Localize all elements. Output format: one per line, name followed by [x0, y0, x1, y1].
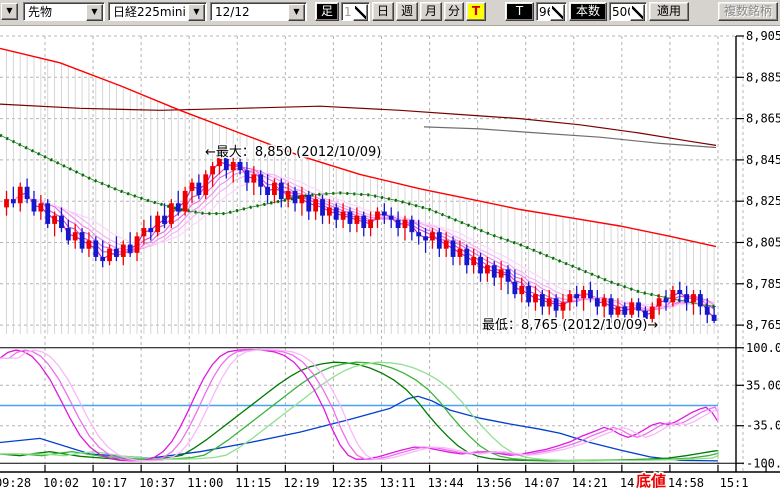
month-period-button[interactable]: 月	[420, 2, 442, 21]
max-price-annotation: ←最大：8,850 (2012/10/09)	[205, 145, 381, 160]
svg-text:14:21: 14:21	[572, 476, 608, 490]
svg-text:11:00: 11:00	[187, 476, 223, 490]
dropdown-arrow-icon[interactable]: ▼	[288, 4, 305, 21]
svg-text:35.00: 35.00	[746, 378, 780, 392]
svg-text:12:35: 12:35	[331, 476, 367, 490]
ashi-candle-type-button[interactable]: 足	[315, 2, 339, 21]
svg-text:8,905: 8,905	[746, 29, 780, 43]
tick-period-button[interactable]: T	[466, 2, 486, 21]
svg-text:8,765: 8,765	[746, 318, 780, 332]
dropdown-arrow-icon[interactable]: ▼	[188, 4, 205, 21]
spinner-icon[interactable]	[550, 4, 565, 21]
contract-month-combobox[interactable]: 12/12 ▼	[210, 2, 307, 21]
minute-period-button[interactable]: 分	[444, 2, 464, 21]
dropdown-arrow-icon: ▼	[6, 6, 12, 15]
product-combobox[interactable]: 先物 ▼	[23, 2, 105, 21]
svg-text:-35.00: -35.00	[746, 419, 780, 433]
candles-layer	[4, 150, 716, 326]
week-period-button[interactable]: 週	[396, 2, 418, 21]
svg-text:100.00: 100.00	[746, 341, 780, 355]
svg-text:8,865: 8,865	[746, 112, 780, 126]
chart-application-window: ▼ 先物 ▼ 日経225mini ▼ 12/12 ▼ 足 1 日 週 月 分 T…	[0, 0, 780, 500]
day-period-button[interactable]: 日	[372, 2, 394, 21]
symbol-combobox-value: 日経225mini	[113, 4, 186, 21]
min-price-annotation: 最低：8,765 (2012/10/09)→	[482, 318, 658, 333]
oscillator-layer	[0, 348, 736, 464]
svg-text:11:15: 11:15	[235, 476, 271, 490]
svg-text:13:56: 13:56	[476, 476, 512, 490]
svg-text:12:19: 12:19	[283, 476, 319, 490]
svg-text:-100.00: -100.00	[746, 456, 780, 470]
bar-grid-layer	[7, 50, 715, 334]
svg-text:8,825: 8,825	[746, 194, 780, 208]
bar-count-mode-button[interactable]: 本数	[569, 2, 607, 21]
apply-button[interactable]: 適用	[649, 2, 689, 21]
svg-text:09:28: 09:28	[0, 476, 31, 490]
svg-text:8,845: 8,845	[746, 153, 780, 167]
interval-value: 1	[344, 4, 352, 21]
symbol-combobox[interactable]: 日経225mini ▼	[108, 2, 207, 21]
svg-text:15:1: 15:1	[720, 476, 749, 490]
svg-text:14:58: 14:58	[668, 476, 704, 490]
product-combobox-value: 先物	[28, 4, 52, 21]
cutoff-combo-dropdown-button[interactable]: ▼	[1, 3, 18, 20]
chart-canvas[interactable]: 8,905 8,885 8,865 8,845 8,825 8,805 8,785 8,765…	[0, 0, 780, 500]
svg-text:8,805: 8,805	[746, 236, 780, 250]
ma-ribbon-layer	[7, 162, 715, 318]
multi-symbol-button: 複数銘柄	[718, 2, 778, 21]
contract-month-combobox-value: 12/12	[215, 4, 250, 21]
svg-text:8,785: 8,785	[746, 277, 780, 291]
interval-spinner[interactable]: 1	[341, 2, 370, 21]
spinner-icon[interactable]	[353, 4, 368, 21]
tick-count-spinner[interactable]: 96	[536, 2, 567, 21]
svg-text:14:07: 14:07	[524, 476, 560, 490]
svg-text:13:11: 13:11	[379, 476, 415, 490]
toolbar: ▼ 先物 ▼ 日経225mini ▼ 12/12 ▼ 足 1 日 週 月 分 T…	[0, 0, 780, 26]
svg-text:10:02: 10:02	[43, 476, 79, 490]
bottom-price-label: 底値	[636, 472, 666, 490]
bar-count-spinner[interactable]: 500	[609, 2, 647, 21]
spinner-icon[interactable]	[630, 4, 645, 21]
dropdown-arrow-icon[interactable]: ▼	[86, 4, 103, 21]
svg-text:13:44: 13:44	[428, 476, 464, 490]
t-mode-button[interactable]: T	[505, 2, 534, 21]
svg-text:10:37: 10:37	[139, 476, 175, 490]
svg-text:10:17: 10:17	[91, 476, 127, 490]
svg-text:8,885: 8,885	[746, 70, 780, 84]
